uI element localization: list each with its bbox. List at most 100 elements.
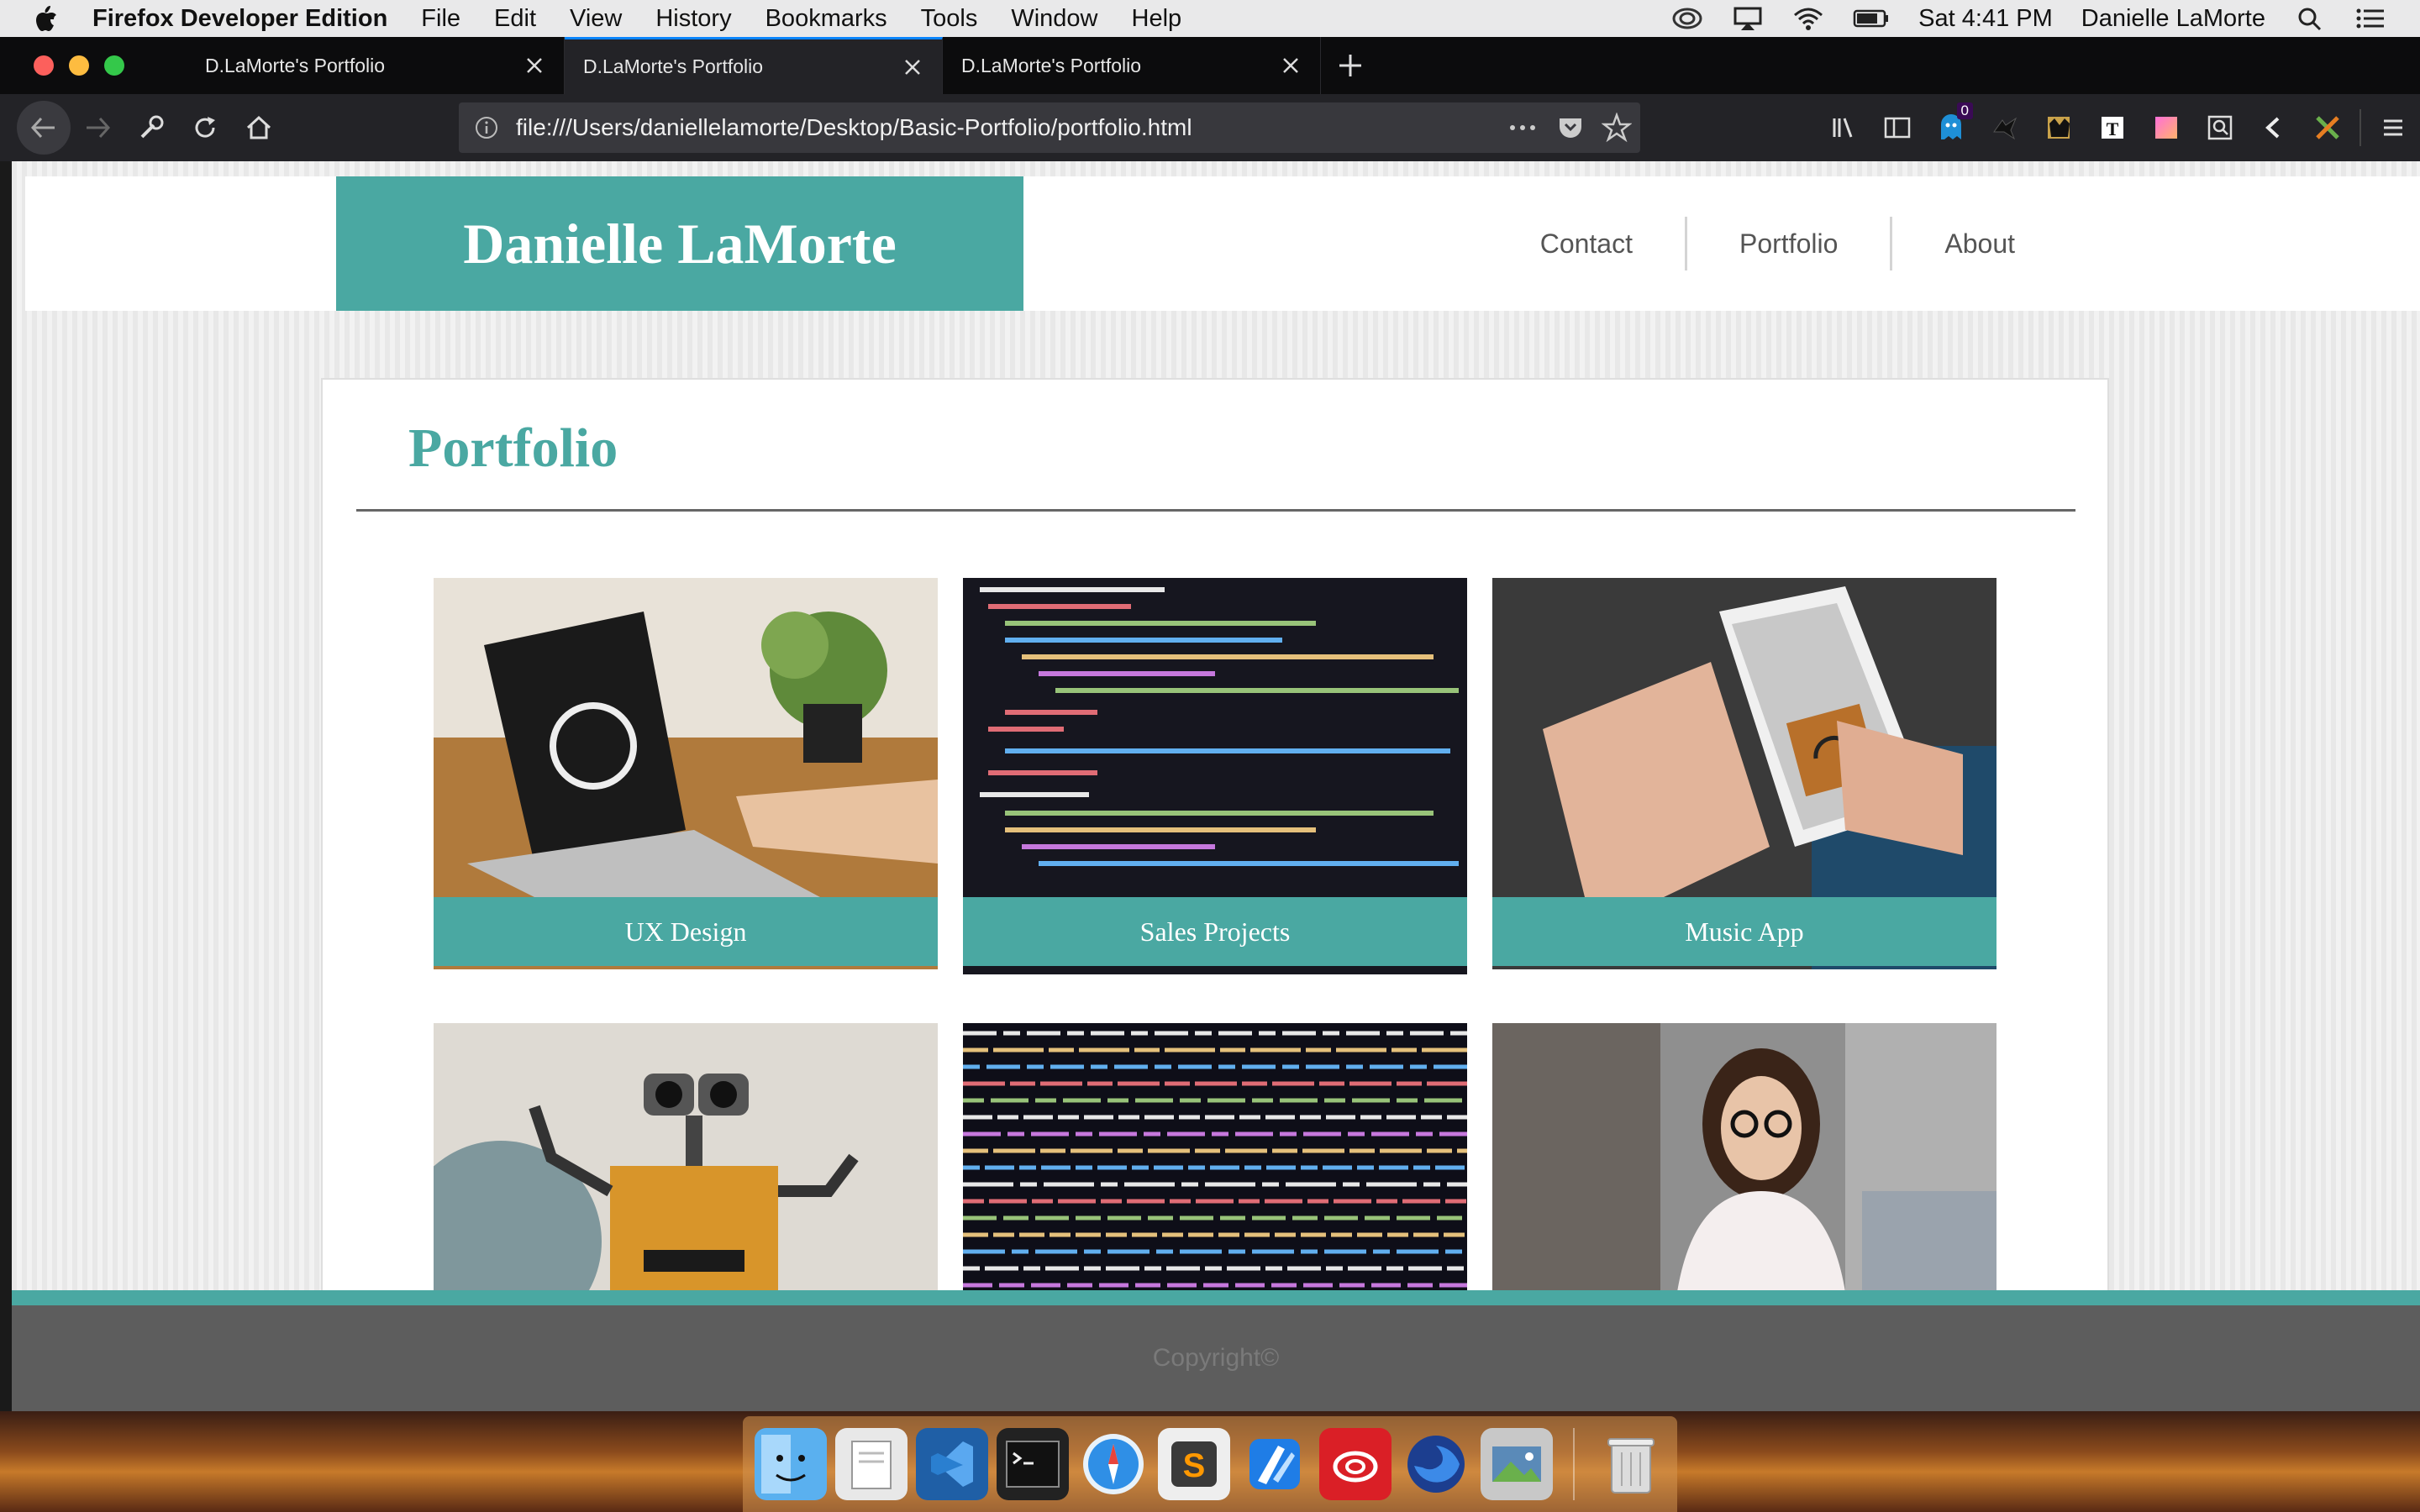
site-info-icon[interactable] [474, 115, 499, 140]
menubar-user[interactable]: Danielle LaMorte [2081, 5, 2265, 33]
footer-accent-bar [12, 1290, 2420, 1305]
logo[interactable]: Danielle LaMorte [336, 176, 1023, 311]
nav-portfolio[interactable]: Portfolio [1687, 217, 1890, 270]
extension-gradient-icon[interactable] [2139, 101, 2193, 155]
project-caption: Music App [1492, 897, 1996, 966]
dock-image-capture-icon[interactable] [1481, 1428, 1553, 1500]
project-tile-music-app[interactable]: Music App [1492, 578, 1996, 969]
menu-help[interactable]: Help [1132, 5, 1182, 33]
home-button[interactable] [232, 101, 286, 155]
devtools-button[interactable] [124, 101, 178, 155]
site-footer: Copyright© [12, 1305, 2420, 1411]
close-window-button[interactable] [34, 55, 54, 76]
minimize-window-button[interactable] [69, 55, 89, 76]
app-menu-name[interactable]: Firefox Developer Edition [92, 5, 387, 33]
woman-laptop-photo [1492, 1023, 1996, 1292]
wifi-icon[interactable] [1792, 6, 1824, 31]
svg-text:S: S [1183, 1447, 1206, 1484]
menu-view[interactable]: View [570, 5, 622, 33]
dock-separator [1573, 1428, 1575, 1500]
toolbar-extensions: 0 T [1817, 94, 2420, 161]
page-title: Portfolio [408, 417, 618, 479]
site-nav: Contact Portfolio About [1488, 217, 2067, 270]
dock-terminal-icon[interactable] [997, 1428, 1069, 1500]
extension-inspect-icon[interactable] [2193, 101, 2247, 155]
code-dense-photo [963, 1023, 1467, 1292]
bookmark-star-icon[interactable] [1602, 113, 1632, 143]
sidebar-icon[interactable] [1870, 101, 1924, 155]
airplay-icon[interactable] [1732, 6, 1764, 31]
pocket-icon[interactable] [1556, 113, 1585, 142]
forward-arrow-icon [87, 117, 111, 139]
zoom-window-button[interactable] [104, 55, 124, 76]
menu-bookmarks[interactable]: Bookmarks [765, 5, 887, 33]
close-tab-icon[interactable] [903, 58, 922, 76]
nav-contact[interactable]: Contact [1488, 217, 1685, 270]
menu-window[interactable]: Window [1011, 5, 1097, 33]
ghostery-badge: 0 [1956, 102, 1973, 119]
back-button[interactable] [17, 101, 71, 155]
home-icon [246, 115, 271, 139]
dock-xcode-icon[interactable] [1239, 1428, 1311, 1500]
dock-firefox-icon[interactable] [1400, 1428, 1472, 1500]
menu-edit[interactable]: Edit [494, 5, 536, 33]
dock-sublime-icon[interactable]: S [1158, 1428, 1230, 1500]
menu-history[interactable]: History [655, 5, 731, 33]
project-tile-woman-laptop[interactable] [1492, 1023, 1996, 1292]
macos-menu-bar: Firefox Developer Edition File Edit View… [0, 0, 2420, 37]
spotlight-icon[interactable] [2294, 6, 2326, 31]
logo-text: Danielle LaMorte [463, 211, 897, 276]
battery-icon[interactable] [1853, 6, 1890, 31]
portfolio-card: Portfolio UX Design Sales Projects Music… [321, 378, 2109, 1411]
robot-photo [434, 1023, 938, 1292]
dock-preview-icon[interactable] [835, 1428, 908, 1500]
dock-vscode-icon[interactable] [916, 1428, 988, 1500]
close-tab-icon[interactable] [1281, 56, 1300, 75]
menu-file[interactable]: File [421, 5, 460, 33]
dock-trash-icon[interactable] [1595, 1428, 1667, 1500]
navigation-toolbar: file:///Users/daniellelamorte/Desktop/Ba… [0, 94, 2420, 161]
dock-safari-icon[interactable] [1077, 1428, 1150, 1500]
notification-center-icon[interactable] [2354, 6, 2386, 31]
project-tile-robot[interactable] [434, 1023, 938, 1292]
creative-cloud-icon[interactable] [1671, 6, 1703, 31]
tab-title: D.LaMorte's Portfolio [205, 54, 386, 76]
close-tab-icon[interactable] [525, 56, 544, 75]
menu-tools[interactable]: Tools [921, 5, 978, 33]
project-tile-ux-design[interactable]: UX Design [434, 578, 938, 969]
back-arrow-icon [30, 117, 55, 139]
reload-button[interactable] [178, 101, 232, 155]
library-icon[interactable] [1817, 101, 1870, 155]
new-tab-button[interactable] [1321, 37, 1380, 94]
dock: S [743, 1416, 1677, 1512]
url-bar[interactable]: file:///Users/daniellelamorte/Desktop/Ba… [459, 102, 1640, 153]
ghostery-icon[interactable]: 0 [1924, 101, 1978, 155]
extension-x-icon[interactable] [2301, 101, 2354, 155]
site-header: Danielle LaMorte Contact Portfolio About [25, 176, 2420, 311]
menubar-clock[interactable]: Sat 4:41 PM [1918, 5, 2053, 33]
tab-2-active[interactable]: D.LaMorte's Portfolio [565, 37, 943, 94]
url-text[interactable]: file:///Users/daniellelamorte/Desktop/Ba… [516, 114, 1192, 141]
project-tile-sales-projects[interactable]: Sales Projects [963, 578, 1467, 974]
toolbar-divider [2360, 109, 2361, 146]
plus-icon [1339, 55, 1361, 76]
extension-chevron-icon[interactable] [2247, 101, 2301, 155]
tab-3[interactable]: D.LaMorte's Portfolio [943, 37, 1321, 94]
nav-about[interactable]: About [1892, 217, 2067, 270]
tab-strip: D.LaMorte's Portfolio D.LaMorte's Portfo… [0, 37, 2420, 94]
apple-icon[interactable] [34, 4, 59, 33]
svg-text:T: T [2107, 118, 2119, 139]
title-divider [356, 509, 2075, 512]
extension-bird-icon[interactable] [1978, 101, 2032, 155]
forward-button[interactable] [71, 101, 124, 155]
extension-cat-icon[interactable] [2032, 101, 2086, 155]
project-tile-code[interactable] [963, 1023, 1467, 1292]
extension-t-icon[interactable]: T [2086, 101, 2139, 155]
copyright-text: Copyright© [1152, 1344, 1280, 1372]
page-actions-icon[interactable] [1506, 115, 1539, 140]
menu-icon[interactable] [2366, 101, 2420, 155]
dock-finder-icon[interactable] [755, 1428, 827, 1500]
project-caption: Sales Projects [963, 897, 1467, 966]
dock-creative-cloud-icon[interactable] [1319, 1428, 1392, 1500]
tab-1[interactable]: D.LaMorte's Portfolio [187, 37, 565, 94]
